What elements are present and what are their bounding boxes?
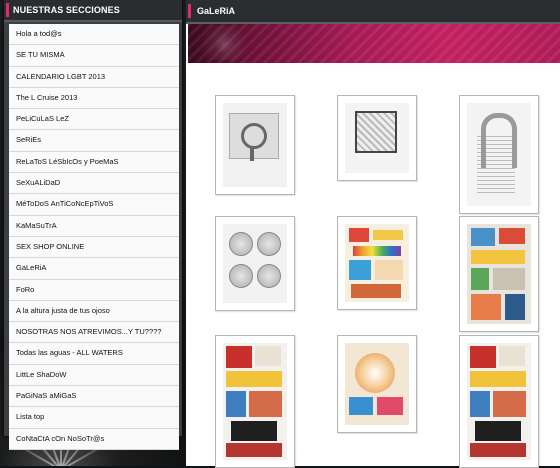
gallery-thumb-1[interactable] (215, 95, 295, 195)
menu-item-lista-top[interactable]: Lista top (9, 407, 179, 429)
sidebar-header: NUESTRAS SECCIONES (4, 0, 182, 22)
gallery-grid (186, 63, 560, 468)
gallery-thumb-4[interactable] (215, 216, 295, 311)
menu-item-relatos[interactable]: ReLaToS LéSbIcOs y PoeMaS (9, 152, 179, 174)
gallery-thumb-6[interactable] (459, 216, 539, 332)
menu-item-sexualidad[interactable]: SeXuALiDaD (9, 173, 179, 195)
menu-item-contacta[interactable]: CoNtaCtA cOn NoSoTr@s (9, 429, 179, 450)
gallery-thumb-8[interactable] (337, 335, 417, 433)
menu-item-paginas-amigas[interactable]: PaGiNaS aMiGaS (9, 386, 179, 408)
emblem-artwork-image (223, 103, 287, 187)
menu-item-peliculas[interactable]: PeLiCuLaS LeZ (9, 109, 179, 131)
banner-swirl-graphic (194, 26, 254, 60)
menu-item-little-shadow[interactable]: LittLe ShaDoW (9, 365, 179, 387)
panel-header: GaLeRiA (186, 0, 560, 24)
gallery-thumb-3[interactable] (459, 95, 539, 214)
gallery-thumb-9[interactable] (459, 335, 539, 468)
menu-item-se-tu-misma[interactable]: SE TU MISMA (9, 45, 179, 67)
arch-artwork-image (467, 103, 531, 206)
menu-item-galeria[interactable]: GaLeRiA (9, 258, 179, 280)
menu-item-hola[interactable]: Hola a tod@s (9, 24, 179, 46)
sidebar-title: NUESTRAS SECCIONES (13, 5, 120, 15)
menu-item-calendario[interactable]: CALENDARIO LGBT 2013 (9, 67, 179, 88)
menu-item-series[interactable]: SeRiEs (9, 130, 179, 152)
gallery-thumb-7[interactable] (215, 335, 295, 468)
menu-item-todas-las-aguas[interactable]: Todas las aguas - ALL WATERS (9, 343, 179, 365)
panel-title: GaLeRiA (197, 6, 236, 16)
collage-artwork-image (345, 224, 409, 302)
menu-item-l-cruise[interactable]: The L Cruise 2013 (9, 88, 179, 110)
decorative-banner (188, 24, 560, 63)
header-accent-bar (188, 4, 191, 18)
header-accent-bar (6, 3, 9, 17)
menu-item-foro[interactable]: FoRo (9, 280, 179, 301)
sections-menu: Hola a tod@s SE TU MISMA CALENDARIO LGBT… (9, 24, 179, 450)
collage-artwork-image (467, 224, 531, 324)
gallery-thumb-5[interactable] (337, 216, 417, 310)
gallery-panel: GaLeRiA (186, 0, 560, 468)
framed-artwork-image (345, 103, 409, 173)
sidebar: NUESTRAS SECCIONES Hola a tod@s SE TU MI… (4, 0, 182, 450)
collage-artwork-image (223, 343, 287, 460)
menu-item-kamasutra[interactable]: KaMaSuTrA (9, 216, 179, 237)
collage-artwork-image (467, 343, 531, 460)
menu-item-nosotras[interactable]: NOSOTRAS NOS ATREVIMOS...Y TU???? (9, 322, 179, 344)
menu-item-sex-shop[interactable]: SEX SHOP ONLINE (9, 237, 179, 259)
menu-item-altura[interactable]: A la altura justa de tus ojoso (9, 301, 179, 323)
gallery-thumb-2[interactable] (337, 95, 417, 181)
menu-item-metodos[interactable]: MéToDoS AnTiCoNcEpTiVoS (9, 194, 179, 216)
collage-artwork-image (345, 343, 409, 425)
coins-artwork-image (223, 224, 287, 303)
